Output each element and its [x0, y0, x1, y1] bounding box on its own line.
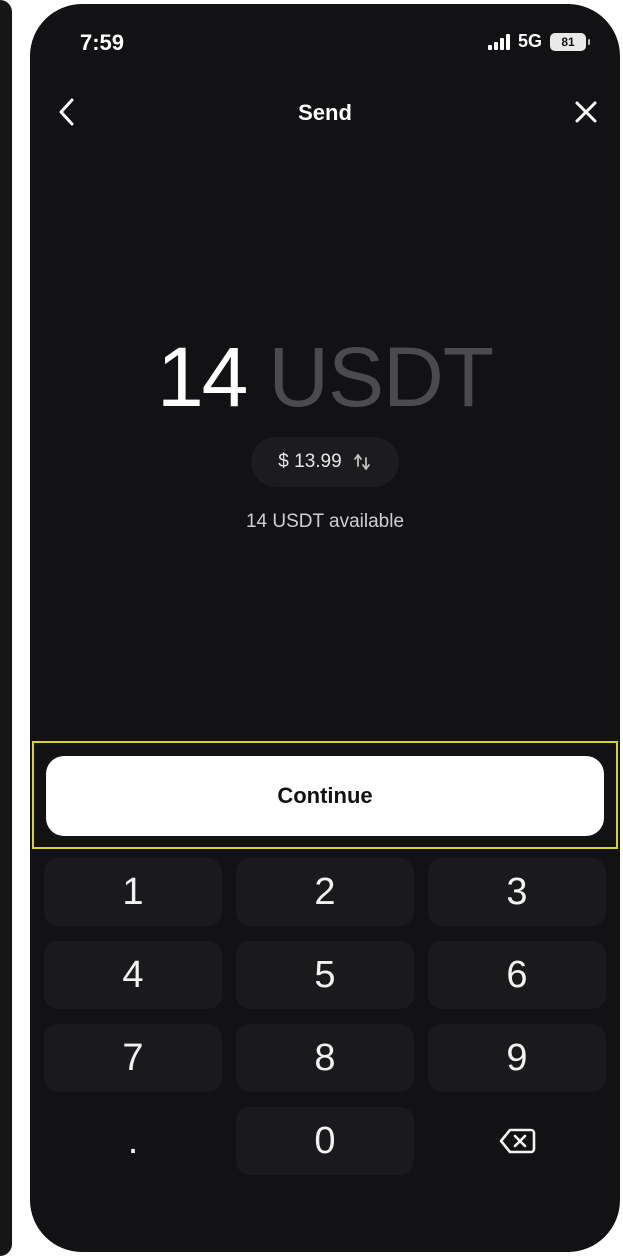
- key-1[interactable]: 1: [44, 858, 222, 926]
- page-title: Send: [298, 100, 352, 125]
- backspace-button[interactable]: [428, 1107, 606, 1175]
- key-2[interactable]: 2: [236, 858, 414, 926]
- fiat-value: $ 13.99: [278, 451, 342, 472]
- key-3[interactable]: 3: [428, 858, 606, 926]
- status-time: 7:59: [80, 30, 125, 55]
- key-7[interactable]: 7: [44, 1024, 222, 1092]
- amount-unit: USDT: [268, 330, 494, 424]
- numeric-keypad: 1 2 3 4 5 6 7 8 9 . 0: [44, 858, 606, 1175]
- amount-value: 14: [156, 330, 248, 424]
- key-9[interactable]: 9: [428, 1024, 606, 1092]
- battery-level: 81: [561, 34, 575, 49]
- key-4[interactable]: 4: [44, 941, 222, 1009]
- close-button[interactable]: [566, 92, 606, 132]
- signal-icon: [487, 33, 510, 50]
- adjacent-screen-edge: [0, 0, 12, 1256]
- key-8[interactable]: 8: [236, 1024, 414, 1092]
- swap-arrows-icon: [353, 454, 370, 470]
- phone-screen: 7:59 5G 81 Send 14 USDT $ 13.99 14 USDT …: [30, 4, 620, 1252]
- continue-button[interactable]: Continue: [46, 756, 604, 836]
- network-type: 5G: [517, 31, 542, 51]
- battery-icon: 81: [550, 32, 590, 51]
- status-indicators: 5G 81: [487, 31, 590, 52]
- amount-display: 14 USDT: [30, 329, 620, 424]
- backspace-icon: [499, 1128, 536, 1154]
- key-0[interactable]: 0: [236, 1107, 414, 1175]
- available-balance: 14 USDT available: [245, 511, 405, 532]
- key-decimal[interactable]: .: [44, 1107, 222, 1175]
- fiat-toggle-button[interactable]: $ 13.99: [251, 437, 399, 487]
- key-5[interactable]: 5: [236, 941, 414, 1009]
- key-6[interactable]: 6: [428, 941, 606, 1009]
- close-icon: [575, 101, 597, 123]
